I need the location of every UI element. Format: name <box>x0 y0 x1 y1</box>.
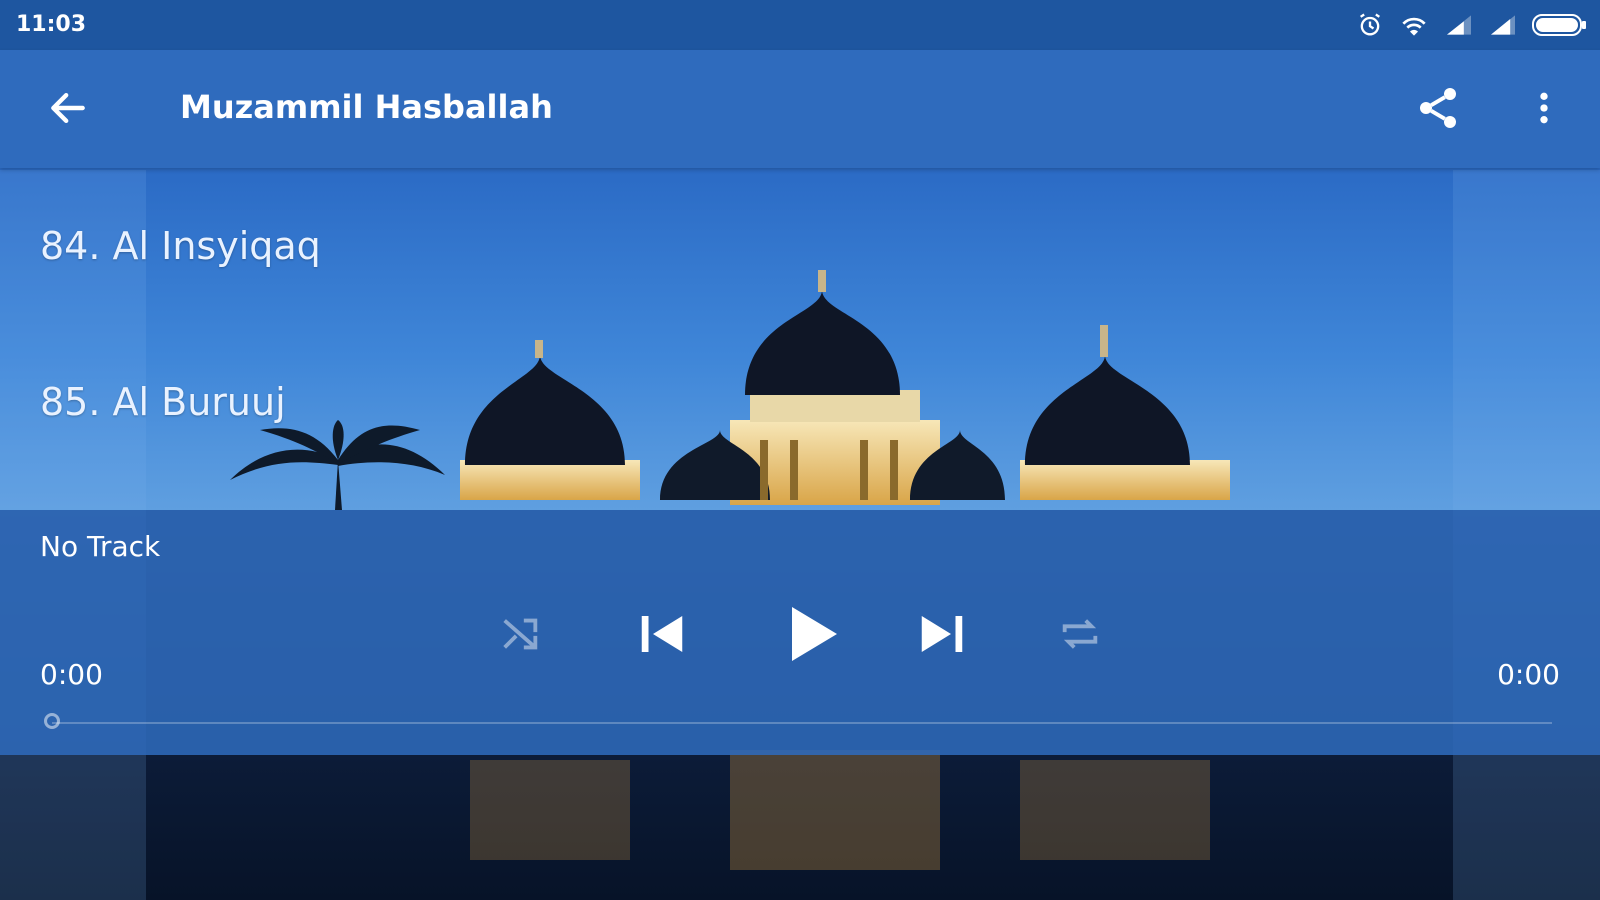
next-icon <box>921 616 963 652</box>
status-icons <box>1356 10 1588 40</box>
signal-icon <box>1444 13 1474 37</box>
player-controls <box>0 584 1600 694</box>
previous-button[interactable] <box>630 602 694 666</box>
now-playing-title: No Track <box>40 530 161 563</box>
battery-icon <box>1532 12 1588 38</box>
play-icon <box>792 607 837 661</box>
list-item[interactable]: 85. Al Buruuj <box>0 324 1600 454</box>
app-bar: Muzammil Hasballah <box>0 50 1600 168</box>
wifi-icon <box>1398 11 1430 39</box>
page-title: Muzammil Hasballah <box>180 88 553 126</box>
shuffle-icon <box>503 618 538 650</box>
play-button[interactable] <box>770 594 850 674</box>
status-bar: 11:03 <box>0 0 1600 50</box>
duration-time: 0:00 <box>1497 658 1560 691</box>
list-item[interactable]: 84. Al Insyiqaq <box>0 168 1600 298</box>
back-button[interactable] <box>40 80 96 136</box>
more-options-button[interactable] <box>1516 80 1572 136</box>
signal-icon <box>1488 13 1518 37</box>
status-time: 11:03 <box>16 12 87 37</box>
share-icon <box>1420 88 1456 128</box>
repeat-icon <box>1062 619 1098 649</box>
back-arrow-icon <box>51 92 85 124</box>
track-title: 84. Al Insyiqaq <box>40 224 321 268</box>
seek-thumb[interactable] <box>44 713 60 729</box>
seek-bar[interactable] <box>52 722 1552 724</box>
track-title: 85. Al Buruuj <box>40 380 286 424</box>
shuffle-button[interactable] <box>490 604 550 664</box>
player-panel: No Track 0:00 0:00 <box>0 510 1600 755</box>
more-vertical-icon <box>1540 92 1548 124</box>
track-list: 84. Al Insyiqaq 85. Al Buruuj <box>0 168 1600 508</box>
alarm-icon <box>1356 11 1384 39</box>
next-button[interactable] <box>910 602 974 666</box>
repeat-button[interactable] <box>1050 604 1110 664</box>
mosque-reflection <box>470 750 1210 870</box>
previous-icon <box>641 616 683 652</box>
elapsed-time: 0:00 <box>40 658 103 691</box>
share-button[interactable] <box>1410 80 1466 136</box>
